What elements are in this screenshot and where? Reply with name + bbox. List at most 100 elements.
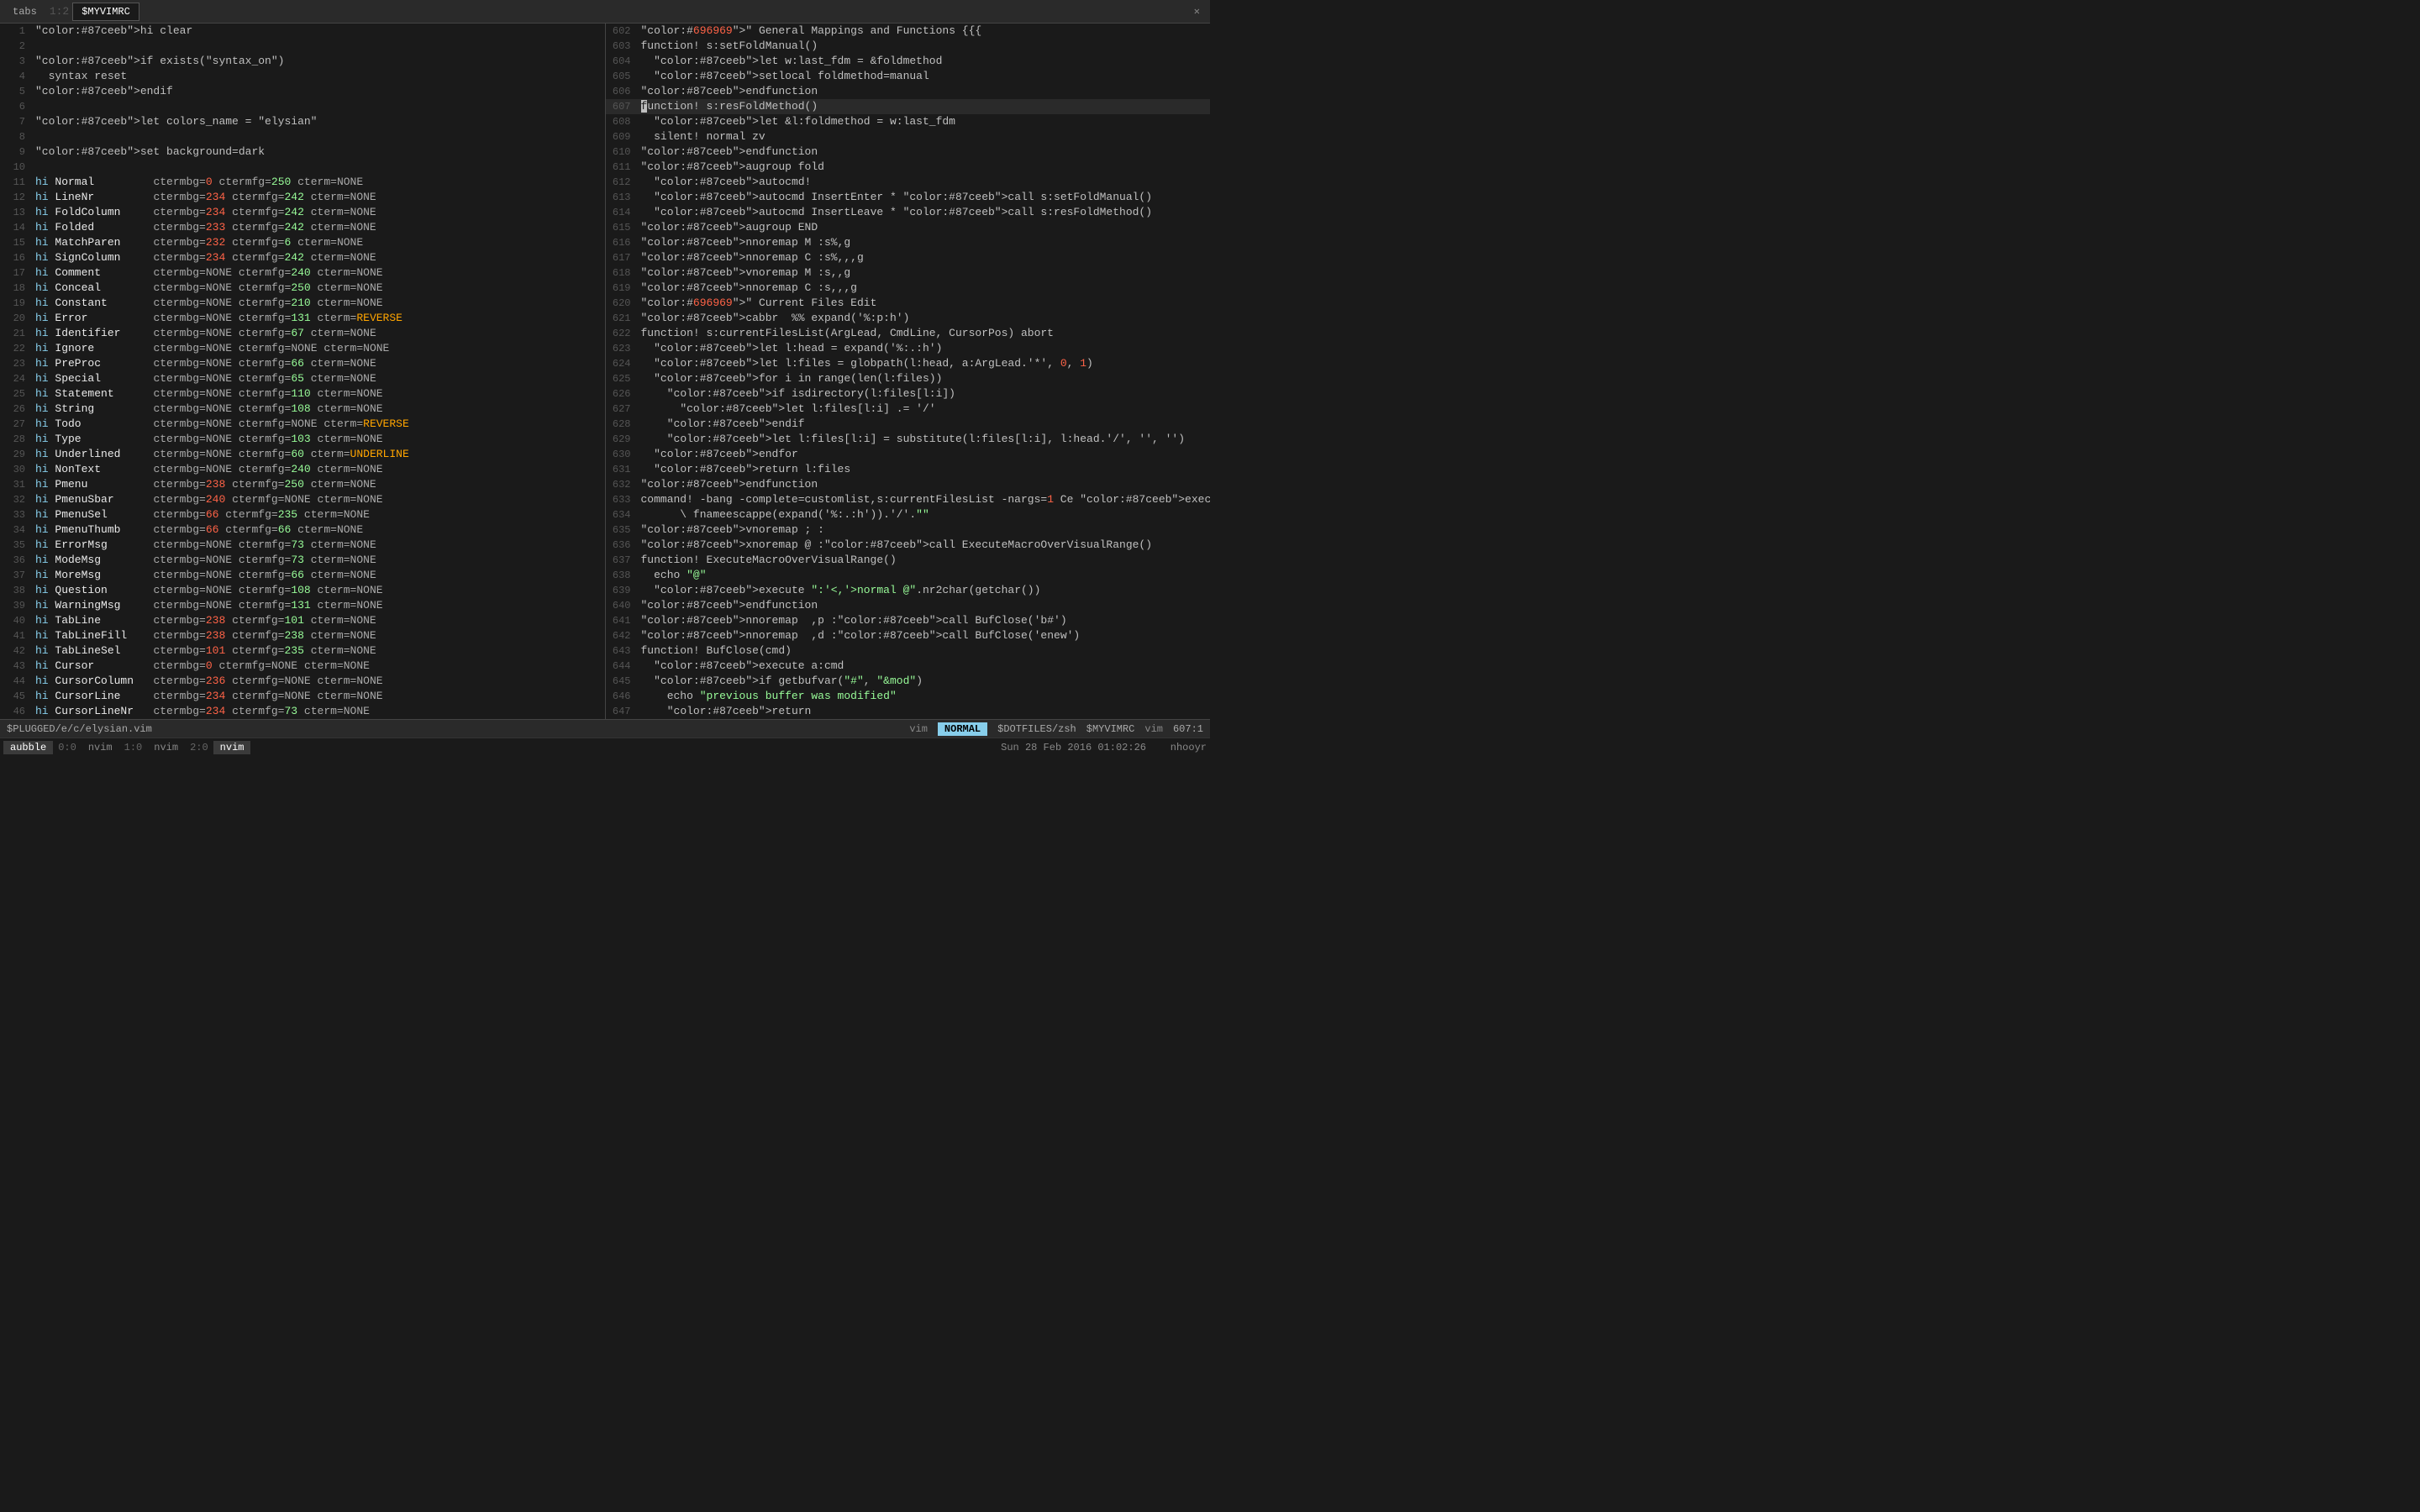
tab-bar: tabs 1:2 $MYVIMRC ✕ — [0, 0, 1210, 24]
btab-aubble[interactable]: aubble — [3, 741, 53, 754]
vim-label-right: vim — [1144, 723, 1163, 735]
table-row: 626 "color:#87ceeb">if isdirectory(l:fil… — [606, 386, 1211, 402]
table-row: 605 "color:#87ceeb">setlocal foldmethod=… — [606, 69, 1211, 84]
table-row: 641"color:#87ceeb">nnoremap ,p :"color:#… — [606, 613, 1211, 628]
table-row: 615"color:#87ceeb">augroup END — [606, 220, 1211, 235]
myvimrc-path: $MYVIMRC — [1086, 723, 1135, 735]
bottom-datetime: Sun 28 Feb 2016 01:02:26 nhooyr — [1001, 742, 1207, 753]
table-row: 635"color:#87ceeb">vnoremap ; : — [606, 522, 1211, 538]
table-row: 646 echo "previous buffer was modified" — [606, 689, 1211, 704]
vim-mode: NORMAL — [938, 722, 987, 736]
table-row: 42hi TabLineSel ctermbg=101 ctermfg=235 … — [0, 643, 605, 659]
table-row: 632"color:#87ceeb">endfunction — [606, 477, 1211, 492]
table-row: 33hi PmenuSel ctermbg=66 ctermfg=235 cte… — [0, 507, 605, 522]
table-row: 618"color:#87ceeb">vnoremap M :s,,g — [606, 265, 1211, 281]
table-row: 41hi TabLineFill ctermbg=238 ctermfg=238… — [0, 628, 605, 643]
table-row: 631 "color:#87ceeb">return l:files — [606, 462, 1211, 477]
table-row: 8 — [0, 129, 605, 144]
table-row: 634 \ fnameescappe(expand('%:.:h')).'/'.… — [606, 507, 1211, 522]
table-row: 628 "color:#87ceeb">endif — [606, 417, 1211, 432]
table-row: 7"color:#87ceeb">let colors_name = "elys… — [0, 114, 605, 129]
btab-nvim-2[interactable]: nvim — [147, 741, 185, 754]
table-row: 25hi Statement ctermbg=NONE ctermfg=110 … — [0, 386, 605, 402]
table-row: 2 — [0, 39, 605, 54]
table-row: 40hi TabLine ctermbg=238 ctermfg=101 cte… — [0, 613, 605, 628]
table-row: 6 — [0, 99, 605, 114]
table-row: 643function! BufClose(cmd) — [606, 643, 1211, 659]
table-row: 620"color:#696969">" Current Files Edit — [606, 296, 1211, 311]
bottom-bar: aubble 0:0 nvim 1:0 nvim 2:0 nvim Sun 28… — [0, 738, 1210, 756]
table-row: 614 "color:#87ceeb">autocmd InsertLeave … — [606, 205, 1211, 220]
tab-tabs[interactable]: tabs — [3, 3, 46, 21]
table-row: 645 "color:#87ceeb">if getbufvar("#", "&… — [606, 674, 1211, 689]
table-row: 630 "color:#87ceeb">endfor — [606, 447, 1211, 462]
table-row: 604 "color:#87ceeb">let w:last_fdm = &fo… — [606, 54, 1211, 69]
table-row: 647 "color:#87ceeb">return — [606, 704, 1211, 719]
left-pane: 1"color:#87ceeb">hi clear23"color:#87cee… — [0, 24, 606, 719]
table-row: 9"color:#87ceeb">set background=dark — [0, 144, 605, 160]
table-row: 642"color:#87ceeb">nnoremap ,d :"color:#… — [606, 628, 1211, 643]
table-row: 21hi Identifier ctermbg=NONE ctermfg=67 … — [0, 326, 605, 341]
table-row: 637function! ExecuteMacroOverVisualRange… — [606, 553, 1211, 568]
right-code: 602"color:#696969">" General Mappings an… — [606, 24, 1211, 719]
table-row: 12hi LineNr ctermbg=234 ctermfg=242 cter… — [0, 190, 605, 205]
table-row: 1"color:#87ceeb">hi clear — [0, 24, 605, 39]
table-row: 37hi MoreMsg ctermbg=NONE ctermfg=66 cte… — [0, 568, 605, 583]
table-row: 36hi ModeMsg ctermbg=NONE ctermfg=73 cte… — [0, 553, 605, 568]
table-row: 639 "color:#87ceeb">execute ":'<,'>norma… — [606, 583, 1211, 598]
close-button[interactable]: ✕ — [1194, 5, 1207, 18]
table-row: 638 echo "@" — [606, 568, 1211, 583]
table-row: 633command! -bang -complete=customlist,s… — [606, 492, 1211, 507]
table-row: 29hi Underlined ctermbg=NONE ctermfg=60 … — [0, 447, 605, 462]
table-row: 3"color:#87ceeb">if exists("syntax_on") — [0, 54, 605, 69]
table-row: 607function! s:resFoldMethod() — [606, 99, 1211, 114]
table-row: 606"color:#87ceeb">endfunction — [606, 84, 1211, 99]
table-row: 31hi Pmenu ctermbg=238 ctermfg=250 cterm… — [0, 477, 605, 492]
table-row: 616"color:#87ceeb">nnoremap M :s%,g — [606, 235, 1211, 250]
table-row: 608 "color:#87ceeb">let &l:foldmethod = … — [606, 114, 1211, 129]
btab-num-1: 1:0 — [121, 742, 146, 753]
table-row: 28hi Type ctermbg=NONE ctermfg=103 cterm… — [0, 432, 605, 447]
table-row: 46hi CursorLineNr ctermbg=234 ctermfg=73… — [0, 704, 605, 719]
table-row: 32hi PmenuSbar ctermbg=240 ctermfg=NONE … — [0, 492, 605, 507]
table-row: 636"color:#87ceeb">xnoremap @ :"color:#8… — [606, 538, 1211, 553]
table-row: 612 "color:#87ceeb">autocmd! — [606, 175, 1211, 190]
table-row: 624 "color:#87ceeb">let l:files = globpa… — [606, 356, 1211, 371]
table-row: 20hi Error ctermbg=NONE ctermfg=131 cter… — [0, 311, 605, 326]
table-row: 619"color:#87ceeb">nnoremap C :s,,,g — [606, 281, 1211, 296]
btab-nvim-1[interactable]: nvim — [82, 741, 119, 754]
table-row: 34hi PmenuThumb ctermbg=66 ctermfg=66 ct… — [0, 522, 605, 538]
file-path: $PLUGGED/e/c/elysian.vim — [7, 723, 152, 735]
table-row: 44hi CursorColumn ctermbg=236 ctermfg=NO… — [0, 674, 605, 689]
table-row: 609 silent! normal zv — [606, 129, 1211, 144]
status-bar: $PLUGGED/e/c/elysian.vim vim NORMAL $DOT… — [0, 719, 1210, 738]
table-row: 38hi Question ctermbg=NONE ctermfg=108 c… — [0, 583, 605, 598]
table-row: 13hi FoldColumn ctermbg=234 ctermfg=242 … — [0, 205, 605, 220]
table-row: 24hi Special ctermbg=NONE ctermfg=65 cte… — [0, 371, 605, 386]
table-row: 23hi PreProc ctermbg=NONE ctermfg=66 cte… — [0, 356, 605, 371]
table-row: 27hi Todo ctermbg=NONE ctermfg=NONE cter… — [0, 417, 605, 432]
tab-sep-1: 1:2 — [48, 5, 71, 18]
table-row: 11hi Normal ctermbg=0 ctermfg=250 cterm=… — [0, 175, 605, 190]
cursor-position: 607:1 — [1173, 723, 1203, 735]
table-row: 26hi String ctermbg=NONE ctermfg=108 cte… — [0, 402, 605, 417]
table-row: 621"color:#87ceeb">cabbr %% expand('%:p:… — [606, 311, 1211, 326]
table-row: 19hi Constant ctermbg=NONE ctermfg=210 c… — [0, 296, 605, 311]
table-row: 640"color:#87ceeb">endfunction — [606, 598, 1211, 613]
table-row: 617"color:#87ceeb">nnoremap C :s%,,,g — [606, 250, 1211, 265]
table-row: 22hi Ignore ctermbg=NONE ctermfg=NONE ct… — [0, 341, 605, 356]
table-row: 43hi Cursor ctermbg=0 ctermfg=NONE cterm… — [0, 659, 605, 674]
table-row: 611"color:#87ceeb">augroup fold — [606, 160, 1211, 175]
vim-label-left: vim — [909, 723, 928, 735]
table-row: 623 "color:#87ceeb">let l:head = expand(… — [606, 341, 1211, 356]
table-row: 45hi CursorLine ctermbg=234 ctermfg=NONE… — [0, 689, 605, 704]
table-row: 30hi NonText ctermbg=NONE ctermfg=240 ct… — [0, 462, 605, 477]
table-row: 602"color:#696969">" General Mappings an… — [606, 24, 1211, 39]
table-row: 610"color:#87ceeb">endfunction — [606, 144, 1211, 160]
table-row: 17hi Comment ctermbg=NONE ctermfg=240 ct… — [0, 265, 605, 281]
table-row: 14hi Folded ctermbg=233 ctermfg=242 cter… — [0, 220, 605, 235]
btab-nvim-3[interactable]: nvim — [213, 741, 251, 754]
table-row: 15hi MatchParen ctermbg=232 ctermfg=6 ct… — [0, 235, 605, 250]
table-row: 613 "color:#87ceeb">autocmd InsertEnter … — [606, 190, 1211, 205]
tab-myvimrc[interactable]: $MYVIMRC — [72, 3, 139, 21]
